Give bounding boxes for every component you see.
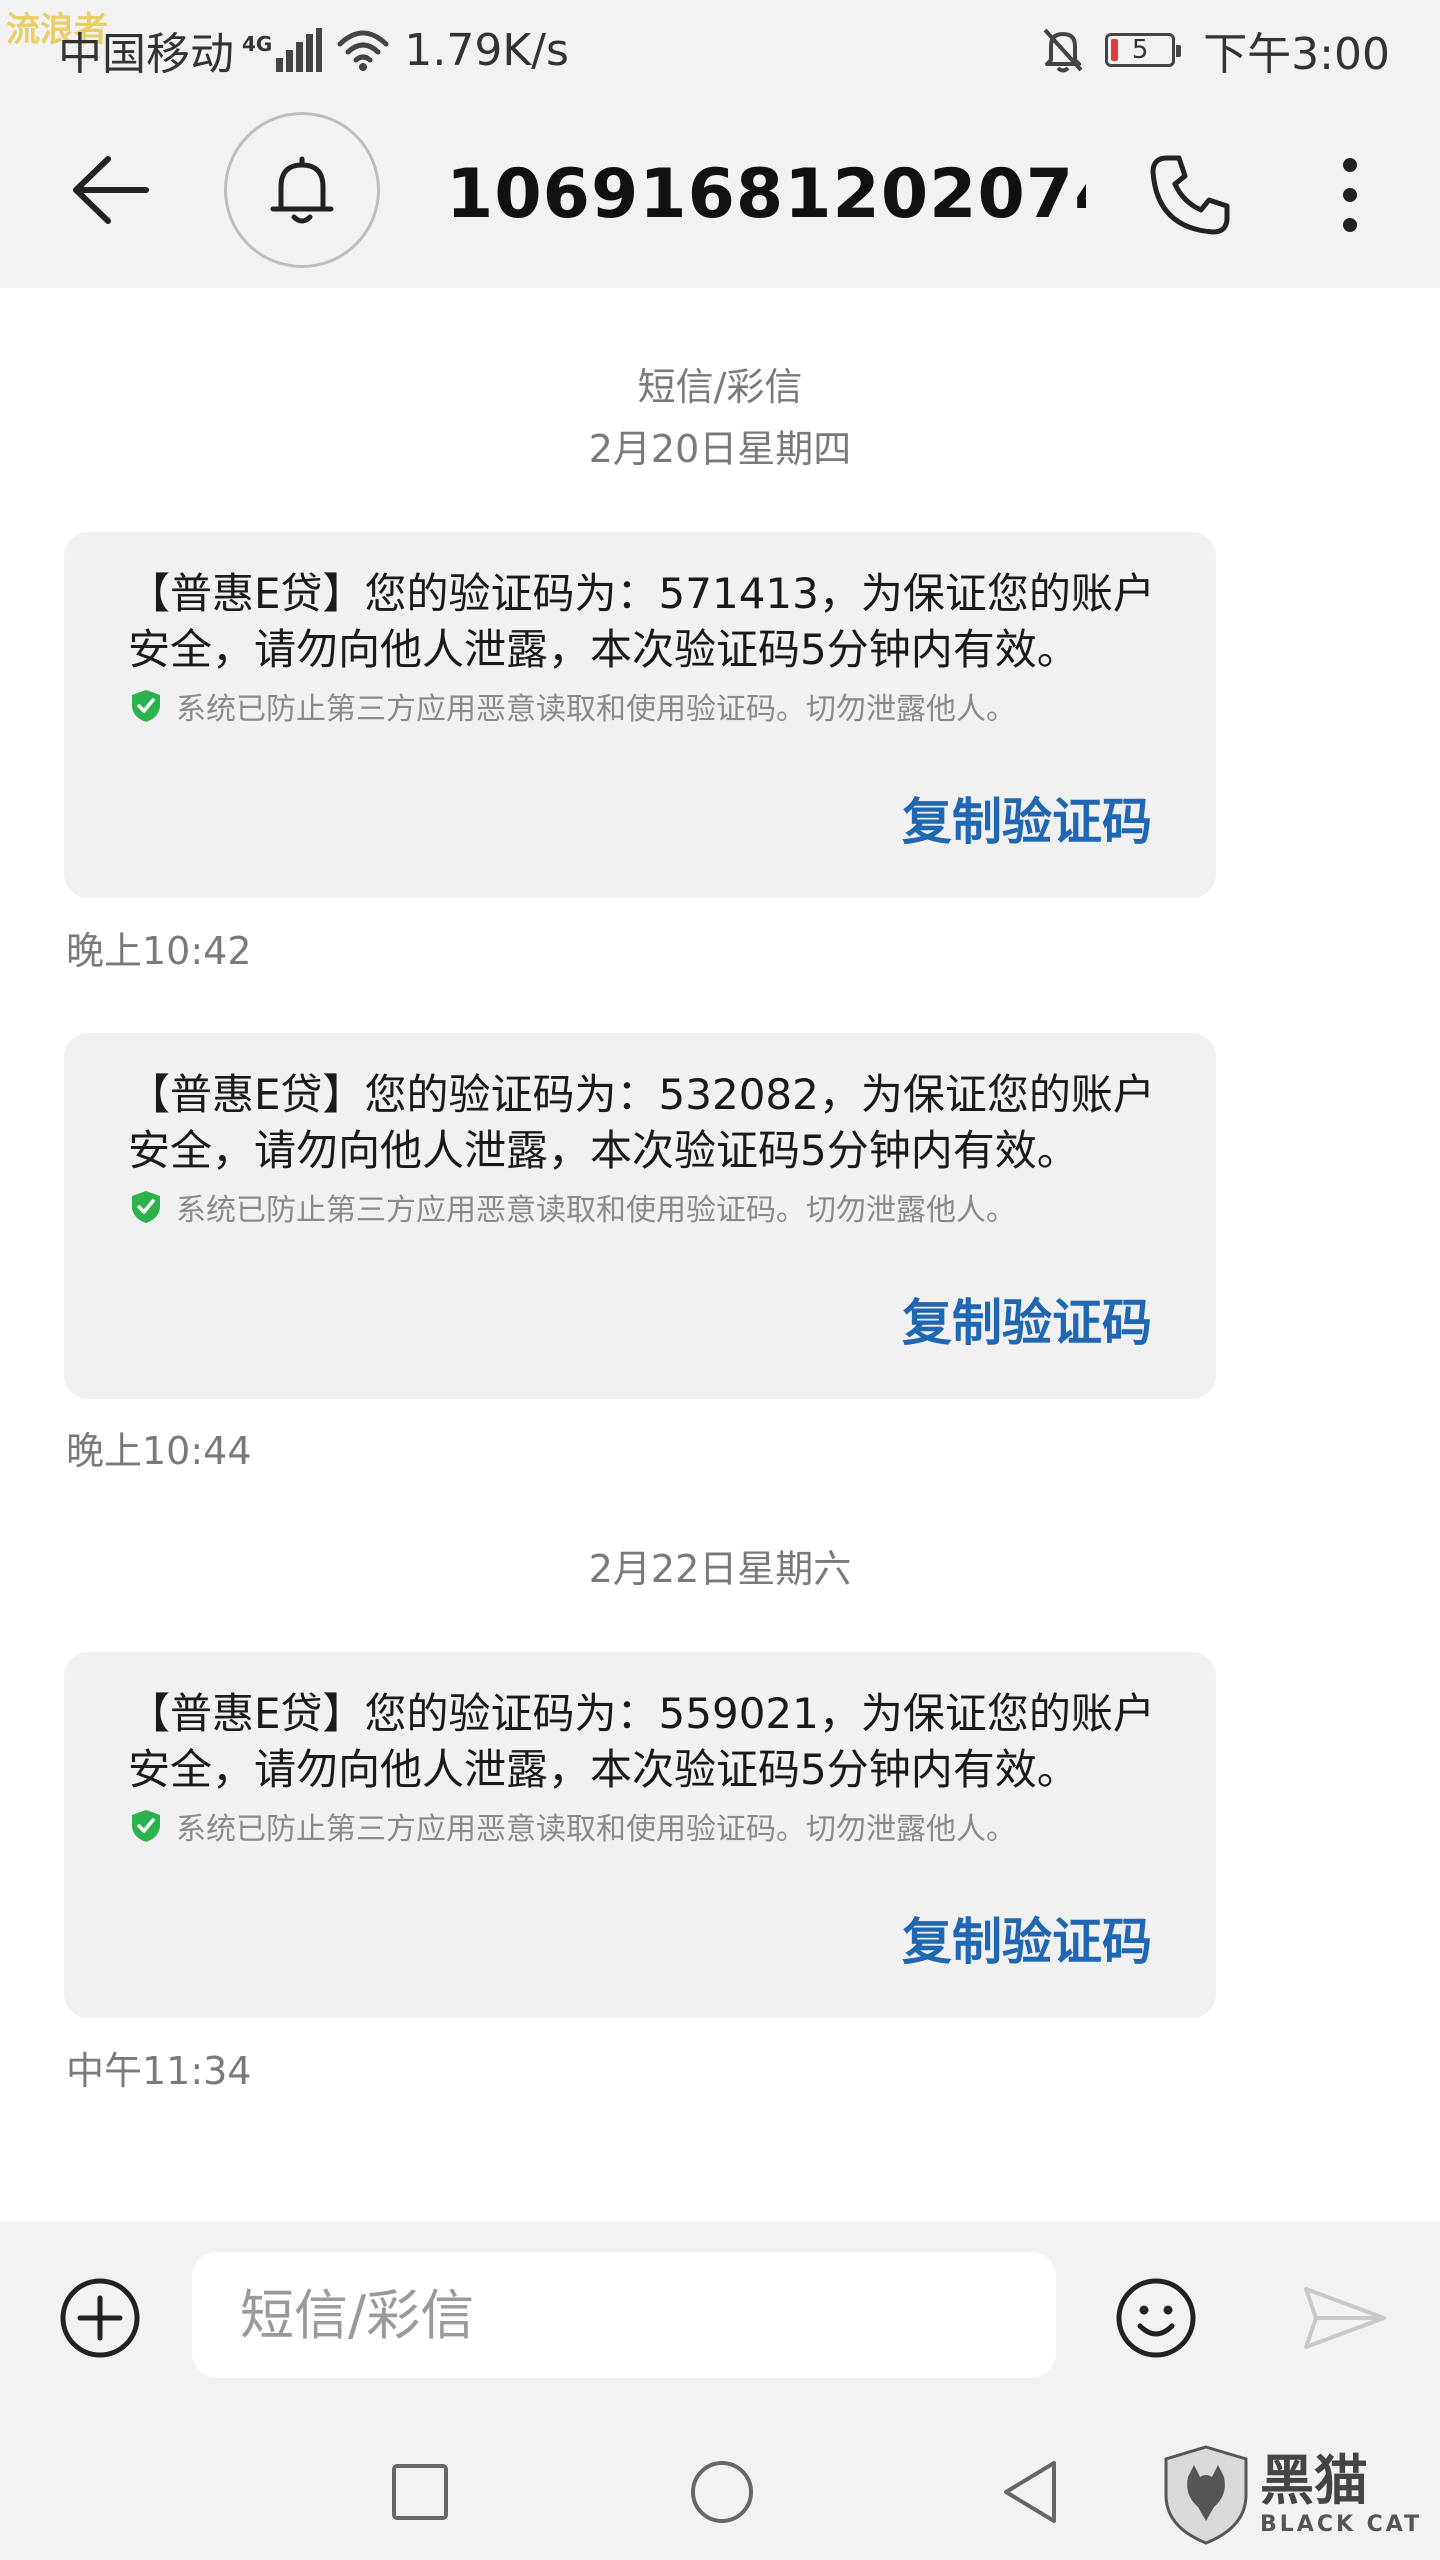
battery-level: 5	[1131, 35, 1149, 65]
copy-code-button[interactable]: 复制验证码	[902, 782, 1152, 854]
message-input[interactable]	[192, 2252, 1056, 2378]
message-text: 【普惠E贷】您的验证码为：571413，为保证您的账户安全，请勿向他人泄露，本次…	[128, 569, 1155, 674]
clock: 下午3:00	[1203, 29, 1390, 80]
recents-button[interactable]	[380, 2452, 460, 2532]
copy-code-button[interactable]: 复制验证码	[902, 1902, 1152, 1974]
blackcat-watermark: 黑猫 BLACK CAT	[1158, 2440, 1428, 2550]
call-button[interactable]	[1135, 140, 1245, 250]
notification-button[interactable]	[224, 112, 380, 268]
triangle-back-icon	[1004, 2461, 1056, 2523]
notifications-off-icon	[1041, 26, 1085, 74]
message-text: 【普惠E贷】您的验证码为：532082，为保证您的账户安全，请勿向他人泄露，本次…	[128, 1070, 1155, 1175]
send-icon	[1304, 2287, 1386, 2349]
square-icon	[392, 2464, 448, 2520]
more-vertical-icon	[1343, 158, 1357, 232]
security-notice-text: 系统已防止第三方应用恶意读取和使用验证码。切勿泄露他人。	[176, 1812, 1016, 1847]
message-type-label: 短信/彩信	[637, 365, 803, 409]
message-time: 中午11:34	[66, 2049, 252, 2093]
back-button[interactable]	[60, 140, 160, 240]
more-options-button[interactable]	[1310, 140, 1390, 250]
conversation-title: 10691681202074...	[446, 155, 1086, 234]
home-button[interactable]	[680, 2450, 764, 2534]
blackcat-cn-text: 黑猫	[1260, 2449, 1368, 2512]
security-notice: 系统已防止第三方应用恶意读取和使用验证码。切勿泄露他人。	[130, 1804, 1016, 1848]
cat-shield-icon	[1164, 2445, 1248, 2545]
status-bar-right: 5 下午3:00	[1041, 22, 1390, 80]
carrier-name: 中国移动	[58, 29, 234, 80]
smiley-icon	[1116, 2278, 1196, 2358]
message-time: 晚上10:42	[66, 929, 252, 973]
message-text: 【普惠E贷】您的验证码为：559021，为保证您的账户安全，请勿向他人泄露，本次…	[128, 1689, 1155, 1794]
add-attachment-button[interactable]	[52, 2270, 148, 2366]
security-notice: 系统已防止第三方应用恶意读取和使用验证码。切勿泄露他人。	[130, 1185, 1016, 1229]
nav-back-button[interactable]	[990, 2450, 1070, 2534]
phone-icon	[1150, 155, 1230, 235]
blackcat-en-text: BLACK CAT	[1260, 2512, 1423, 2537]
arrow-left-icon	[73, 156, 149, 224]
security-notice-text: 系统已防止第三方应用恶意读取和使用验证码。切勿泄露他人。	[176, 692, 1016, 727]
date-header: 2月22日星期六	[588, 1547, 852, 1591]
copy-code-button[interactable]: 复制验证码	[902, 1283, 1152, 1355]
send-button[interactable]	[1290, 2270, 1400, 2366]
shield-check-icon	[132, 1810, 160, 1842]
message-bubble[interactable]: 【普惠E贷】您的验证码为：571413，为保证您的账户安全，请勿向他人泄露，本次…	[64, 532, 1216, 898]
security-notice-text: 系统已防止第三方应用恶意读取和使用验证码。切勿泄露他人。	[176, 1193, 1016, 1228]
date-header: 2月20日星期四	[588, 427, 852, 471]
wifi-icon	[336, 28, 390, 72]
network-type: 4G	[242, 32, 273, 56]
message-bubble[interactable]: 【普惠E贷】您的验证码为：532082，为保证您的账户安全，请勿向他人泄露，本次…	[64, 1033, 1216, 1399]
emoji-button[interactable]	[1108, 2270, 1204, 2366]
network-speed: 1.79K/s	[404, 24, 569, 76]
signal-icon: 4G	[242, 28, 323, 72]
circle-icon	[691, 2461, 753, 2523]
battery-icon: 5	[1105, 33, 1182, 67]
security-notice: 系统已防止第三方应用恶意读取和使用验证码。切勿泄露他人。	[130, 684, 1016, 728]
message-time: 晚上10:44	[66, 1429, 252, 1473]
bell-icon	[270, 156, 334, 224]
plus-circle-icon	[60, 2278, 140, 2358]
shield-check-icon	[132, 1191, 160, 1223]
message-bubble[interactable]: 【普惠E贷】您的验证码为：559021，为保证您的账户安全，请勿向他人泄露，本次…	[64, 1652, 1216, 2018]
status-bar-left: 中国移动 4G 1.79K/s	[58, 22, 569, 81]
shield-check-icon	[132, 690, 160, 722]
